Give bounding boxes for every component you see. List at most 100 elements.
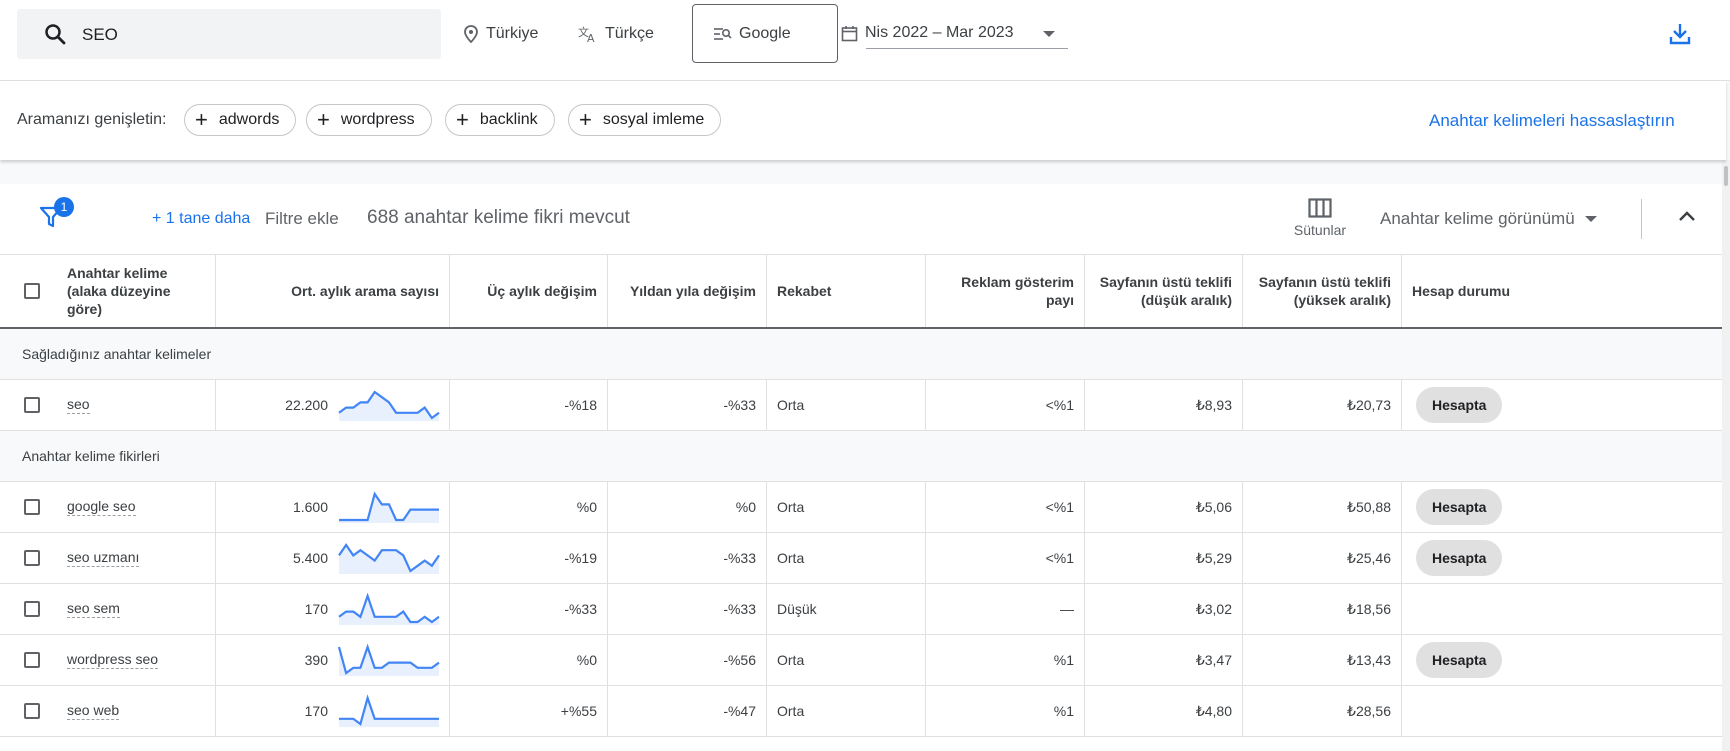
- plus-icon: +: [579, 107, 592, 132]
- trend-sparkline[interactable]: [338, 592, 440, 626]
- chip-sosyal-imleme[interactable]: + sosyal imleme: [568, 104, 722, 136]
- keyword-text[interactable]: wordpress seo: [67, 651, 159, 669]
- location-selector[interactable]: Türkiye: [463, 0, 538, 68]
- more-filters-link[interactable]: + 1 tane daha: [152, 210, 250, 228]
- account-status-cell: Hesapta: [1402, 533, 1722, 583]
- header-label: Ort. aylık arama sayısı: [291, 283, 439, 299]
- impression-value: —: [1060, 601, 1074, 617]
- header-impression-share[interactable]: Reklam gösterim payı: [926, 255, 1085, 327]
- in-account-chip[interactable]: Hesapta: [1416, 387, 1503, 423]
- table-row[interactable]: seo 22.200 -%18 -%33 Orta <%1 ₺8,93 ₺20,73 Hesap…: [0, 380, 1722, 431]
- broaden-label: Aramanızı genişletin:: [17, 111, 167, 128]
- yoy-value: -%56: [723, 652, 756, 668]
- date-range-selector[interactable]: Nis 2022 – Mar 2023: [841, 18, 1068, 49]
- location-label: Türkiye: [486, 25, 539, 42]
- header-keyword[interactable]: Anahtar kelime (alaka düzeyine göre): [0, 255, 216, 327]
- in-account-chip[interactable]: Hesapta: [1416, 540, 1503, 576]
- bid-high-value: ₺13,43: [1347, 651, 1391, 668]
- header-label: Rekabet: [777, 283, 832, 299]
- bid-high-cell: ₺18,56: [1243, 584, 1402, 634]
- avg-searches-cell: 5.400: [216, 533, 450, 583]
- row-checkbox[interactable]: [24, 601, 40, 617]
- row-checkbox[interactable]: [24, 652, 40, 668]
- avg-searches-value: 390: [304, 652, 328, 668]
- language-selector[interactable]: 文 A Türkçe: [578, 0, 654, 68]
- avg-searches-value: 22.200: [285, 397, 328, 413]
- avg-searches-cell: 170: [216, 686, 450, 736]
- header-avg-searches[interactable]: Ort. aylık arama sayısı: [216, 255, 450, 327]
- bid-low-cell: ₺3,47: [1085, 635, 1243, 685]
- keyword-text[interactable]: seo: [67, 396, 90, 414]
- impression-cell: %1: [926, 686, 1085, 736]
- scrollbar-thumb[interactable]: [1724, 166, 1728, 186]
- yoy-value: -%33: [723, 601, 756, 617]
- search-engine-selector[interactable]: Google: [692, 4, 838, 63]
- yoy-value: -%47: [723, 703, 756, 719]
- sparkline-area: [339, 698, 439, 727]
- three-month-value: -%33: [564, 601, 597, 617]
- three-month-value: %0: [576, 652, 597, 668]
- table-row[interactable]: seo uzmanı 5.400 -%19 -%33 Orta <%1 ₺5,29 ₺25,4…: [0, 533, 1722, 584]
- row-checkbox[interactable]: [24, 550, 40, 566]
- account-status-cell: Hesapta: [1402, 380, 1722, 430]
- in-account-chip[interactable]: Hesapta: [1416, 642, 1503, 678]
- trend-sparkline[interactable]: [338, 541, 440, 575]
- yoy-cell: -%47: [608, 686, 767, 736]
- download-icon[interactable]: [1668, 22, 1692, 46]
- chip-label: adwords: [218, 111, 280, 128]
- trend-sparkline[interactable]: [338, 643, 440, 677]
- view-label: Anahtar kelime görünümü: [1380, 209, 1575, 228]
- table-row[interactable]: seo sem 170 -%33 -%33 Düşük — ₺3,02 ₺18,56: [0, 584, 1722, 635]
- select-all-checkbox[interactable]: [24, 283, 40, 299]
- divider: [1641, 199, 1642, 239]
- keyword-text[interactable]: seo web: [67, 702, 120, 720]
- header-yoy-change[interactable]: Yıldan yıla değişim: [608, 255, 767, 327]
- header-label: Üç aylık değişim: [487, 283, 597, 299]
- search-field[interactable]: SEO: [17, 9, 441, 59]
- scrollbar[interactable]: [1722, 160, 1730, 751]
- competition-value: Orta: [777, 499, 805, 515]
- avg-searches-cell: 170: [216, 584, 450, 634]
- table-row[interactable]: wordpress seo 390 %0 -%56 Orta %1 ₺3,47 ₺13,43 H…: [0, 635, 1722, 686]
- trend-sparkline[interactable]: [338, 388, 440, 422]
- idea-count: 688 anahtar kelime fikri mevcut: [367, 207, 630, 228]
- header-three-month-change[interactable]: Üç aylık değişim: [450, 255, 608, 327]
- add-filter-button[interactable]: Filtre ekle: [265, 209, 339, 229]
- avg-searches-cell: 1.600: [216, 482, 450, 532]
- collapse-chevron-icon[interactable]: [1678, 210, 1696, 222]
- columns-button[interactable]: Sütunlar: [1290, 198, 1350, 238]
- keyword-text[interactable]: google seo: [67, 498, 136, 516]
- header-competition[interactable]: Rekabet: [767, 255, 926, 327]
- trend-sparkline[interactable]: [338, 490, 440, 524]
- header-keyword-label: Anahtar kelime (alaka düzeyine göre): [67, 265, 171, 317]
- table-row[interactable]: google seo 1.600 %0 %0 Orta <%1 ₺5,06 ₺50,88 Hes…: [0, 482, 1722, 533]
- search-network-icon: [714, 27, 732, 40]
- row-checkbox[interactable]: [24, 499, 40, 515]
- row-checkbox[interactable]: [24, 397, 40, 413]
- header-bid-low[interactable]: Sayfanın üstü teklifi (düşük aralık): [1085, 255, 1243, 327]
- header-account-status[interactable]: Hesap durumu: [1402, 255, 1722, 327]
- chip-backlink[interactable]: + backlink: [445, 104, 555, 136]
- refine-keywords-link[interactable]: Anahtar kelimeleri hassaslaştırın: [1429, 111, 1675, 131]
- search-input[interactable]: SEO: [82, 25, 118, 45]
- group-label: Anahtar kelime fikirleri: [22, 448, 160, 464]
- language-label: Türkçe: [605, 25, 654, 42]
- in-account-chip[interactable]: Hesapta: [1416, 489, 1503, 525]
- trend-sparkline[interactable]: [338, 694, 440, 728]
- filter-count-badge: 1: [54, 197, 74, 217]
- header-bid-high[interactable]: Sayfanın üstü teklifi (yüksek aralık): [1243, 255, 1402, 327]
- competition-value: Orta: [777, 703, 805, 719]
- table-row[interactable]: seo web 170 +%55 -%47 Orta %1 ₺4,80 ₺28,56: [0, 686, 1722, 737]
- translate-icon: 文 A: [578, 25, 595, 43]
- competition-cell: Düşük: [767, 584, 926, 634]
- keyword-view-selector[interactable]: Anahtar kelime görünümü: [1380, 209, 1597, 229]
- keyword-text[interactable]: seo sem: [67, 600, 120, 618]
- filter-bar: 1 + 1 tane daha Filtre ekle 688 anahtar …: [0, 184, 1722, 255]
- row-checkbox[interactable]: [24, 703, 40, 719]
- bid-low-cell: ₺3,02: [1085, 584, 1243, 634]
- chip-adwords[interactable]: + adwords: [184, 104, 297, 136]
- keyword-text[interactable]: seo uzmanı: [67, 549, 140, 567]
- impression-value: %1: [1053, 652, 1074, 668]
- broaden-search-bar: Aramanızı genişletin: + adwords + wordpres…: [0, 81, 1726, 160]
- chip-wordpress[interactable]: + wordpress: [306, 104, 432, 136]
